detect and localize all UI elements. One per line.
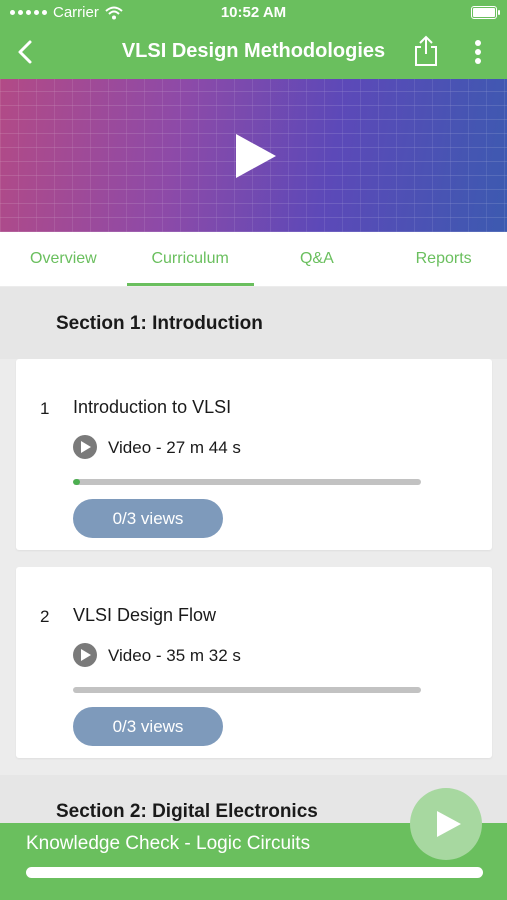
play-circle-icon — [73, 435, 97, 459]
views-button[interactable]: 0/3 views — [73, 707, 223, 746]
now-playing-progress-fill — [26, 867, 483, 878]
play-circle-icon — [73, 643, 97, 667]
status-time: 10:52 AM — [220, 4, 287, 21]
more-vertical-icon[interactable] — [468, 38, 488, 66]
lecture-type: Video - 35 m 32 s — [108, 646, 241, 665]
status-bar: Carrier 10:52 AM — [0, 0, 507, 26]
tab-overview[interactable]: Overview — [0, 232, 127, 286]
share-icon[interactable] — [412, 34, 440, 68]
lecture-progress-bar — [73, 479, 421, 485]
nav-bar: VLSI Design Methodologies — [0, 26, 507, 79]
lecture-number: 1 — [40, 399, 50, 418]
section-title: Section 2: Digital Electronics — [56, 801, 318, 822]
play-icon[interactable] — [234, 132, 278, 180]
play-button[interactable] — [410, 788, 482, 860]
course-tabs: Overview Curriculum Q&A Reports — [0, 232, 507, 286]
lecture-progress-bar — [73, 687, 421, 693]
tab-qa[interactable]: Q&A — [254, 232, 381, 286]
lecture-title: VLSI Design Flow — [73, 605, 217, 625]
lecture-card[interactable]: 1 Introduction to VLSI Video - 27 m 44 s… — [16, 359, 492, 550]
lecture-card[interactable]: 2 VLSI Design Flow Video - 35 m 32 s 0/3… — [16, 567, 492, 758]
section-title: Section 1: Introduction — [56, 313, 263, 334]
lecture-type: Video - 27 m 44 s — [108, 438, 241, 457]
lecture-title: Introduction to VLSI — [73, 397, 232, 417]
section-header: Section 1: Introduction — [0, 287, 507, 359]
lecture-number: 2 — [40, 607, 50, 626]
now-playing-progress-bar — [26, 867, 483, 878]
battery-icon — [471, 6, 500, 19]
lecture-progress-fill — [73, 479, 80, 485]
play-icon — [437, 811, 461, 837]
views-button[interactable]: 0/3 views — [73, 499, 223, 538]
tab-curriculum[interactable]: Curriculum — [126, 232, 254, 286]
tab-reports[interactable]: Reports — [380, 232, 507, 286]
now-playing-title: Knowledge Check - Logic Circuits — [26, 833, 311, 854]
course-video-banner[interactable] — [0, 79, 507, 232]
